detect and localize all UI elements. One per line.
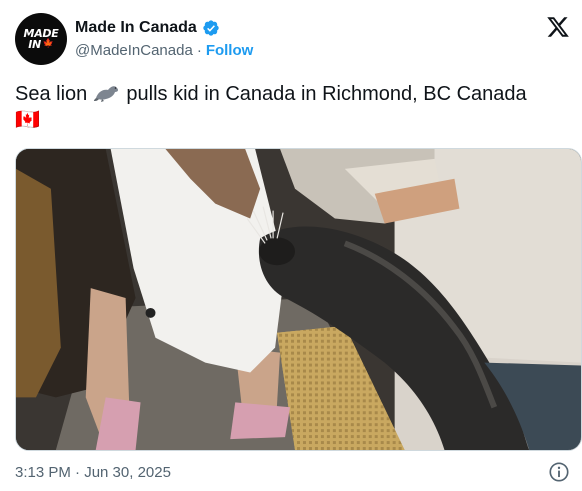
tweet-text-part2: pulls kid in Canada in Richmond, BC Cana… (120, 83, 527, 105)
verified-badge-icon (203, 20, 219, 36)
seal-emoji-icon (93, 86, 118, 102)
video-thumbnail[interactable] (15, 148, 582, 451)
author-info: Made In Canada @MadeInCanada · Follow (75, 17, 253, 61)
author-handle[interactable]: @MadeInCanada (75, 42, 193, 59)
video-frame-image (16, 149, 581, 450)
tweet-timestamp[interactable]: 3:13 PM · Jun 30, 2025 (15, 464, 171, 481)
follow-button[interactable]: Follow (206, 42, 254, 59)
author-display-name[interactable]: Made In Canada (75, 19, 197, 37)
info-icon[interactable] (548, 461, 570, 483)
avatar-text-line2-wrap: IN 🍁 (28, 39, 54, 50)
maple-leaf-icon: 🍁 (42, 39, 54, 49)
name-row: Made In Canada (75, 17, 253, 39)
tweet-footer: 3:13 PM · Jun 30, 2025 (15, 460, 570, 484)
tweet-header: MADE IN 🍁 Made In Canada @MadeInCanada ·… (15, 13, 570, 65)
separator-dot: · (196, 41, 202, 59)
avatar[interactable]: MADE IN 🍁 (15, 13, 67, 65)
avatar-text-line2: IN (28, 38, 41, 51)
tweet-card: MADE IN 🍁 Made In Canada @MadeInCanada ·… (0, 0, 582, 491)
tweet-text: Sea lion pulls kid in Canada in Richmond… (15, 81, 575, 133)
tweet-text-part1: Sea lion (15, 83, 93, 105)
x-logo-icon[interactable] (546, 15, 570, 39)
canada-flag-emoji: 🇨🇦 (15, 109, 40, 131)
handle-row: @MadeInCanada · Follow (75, 39, 253, 61)
